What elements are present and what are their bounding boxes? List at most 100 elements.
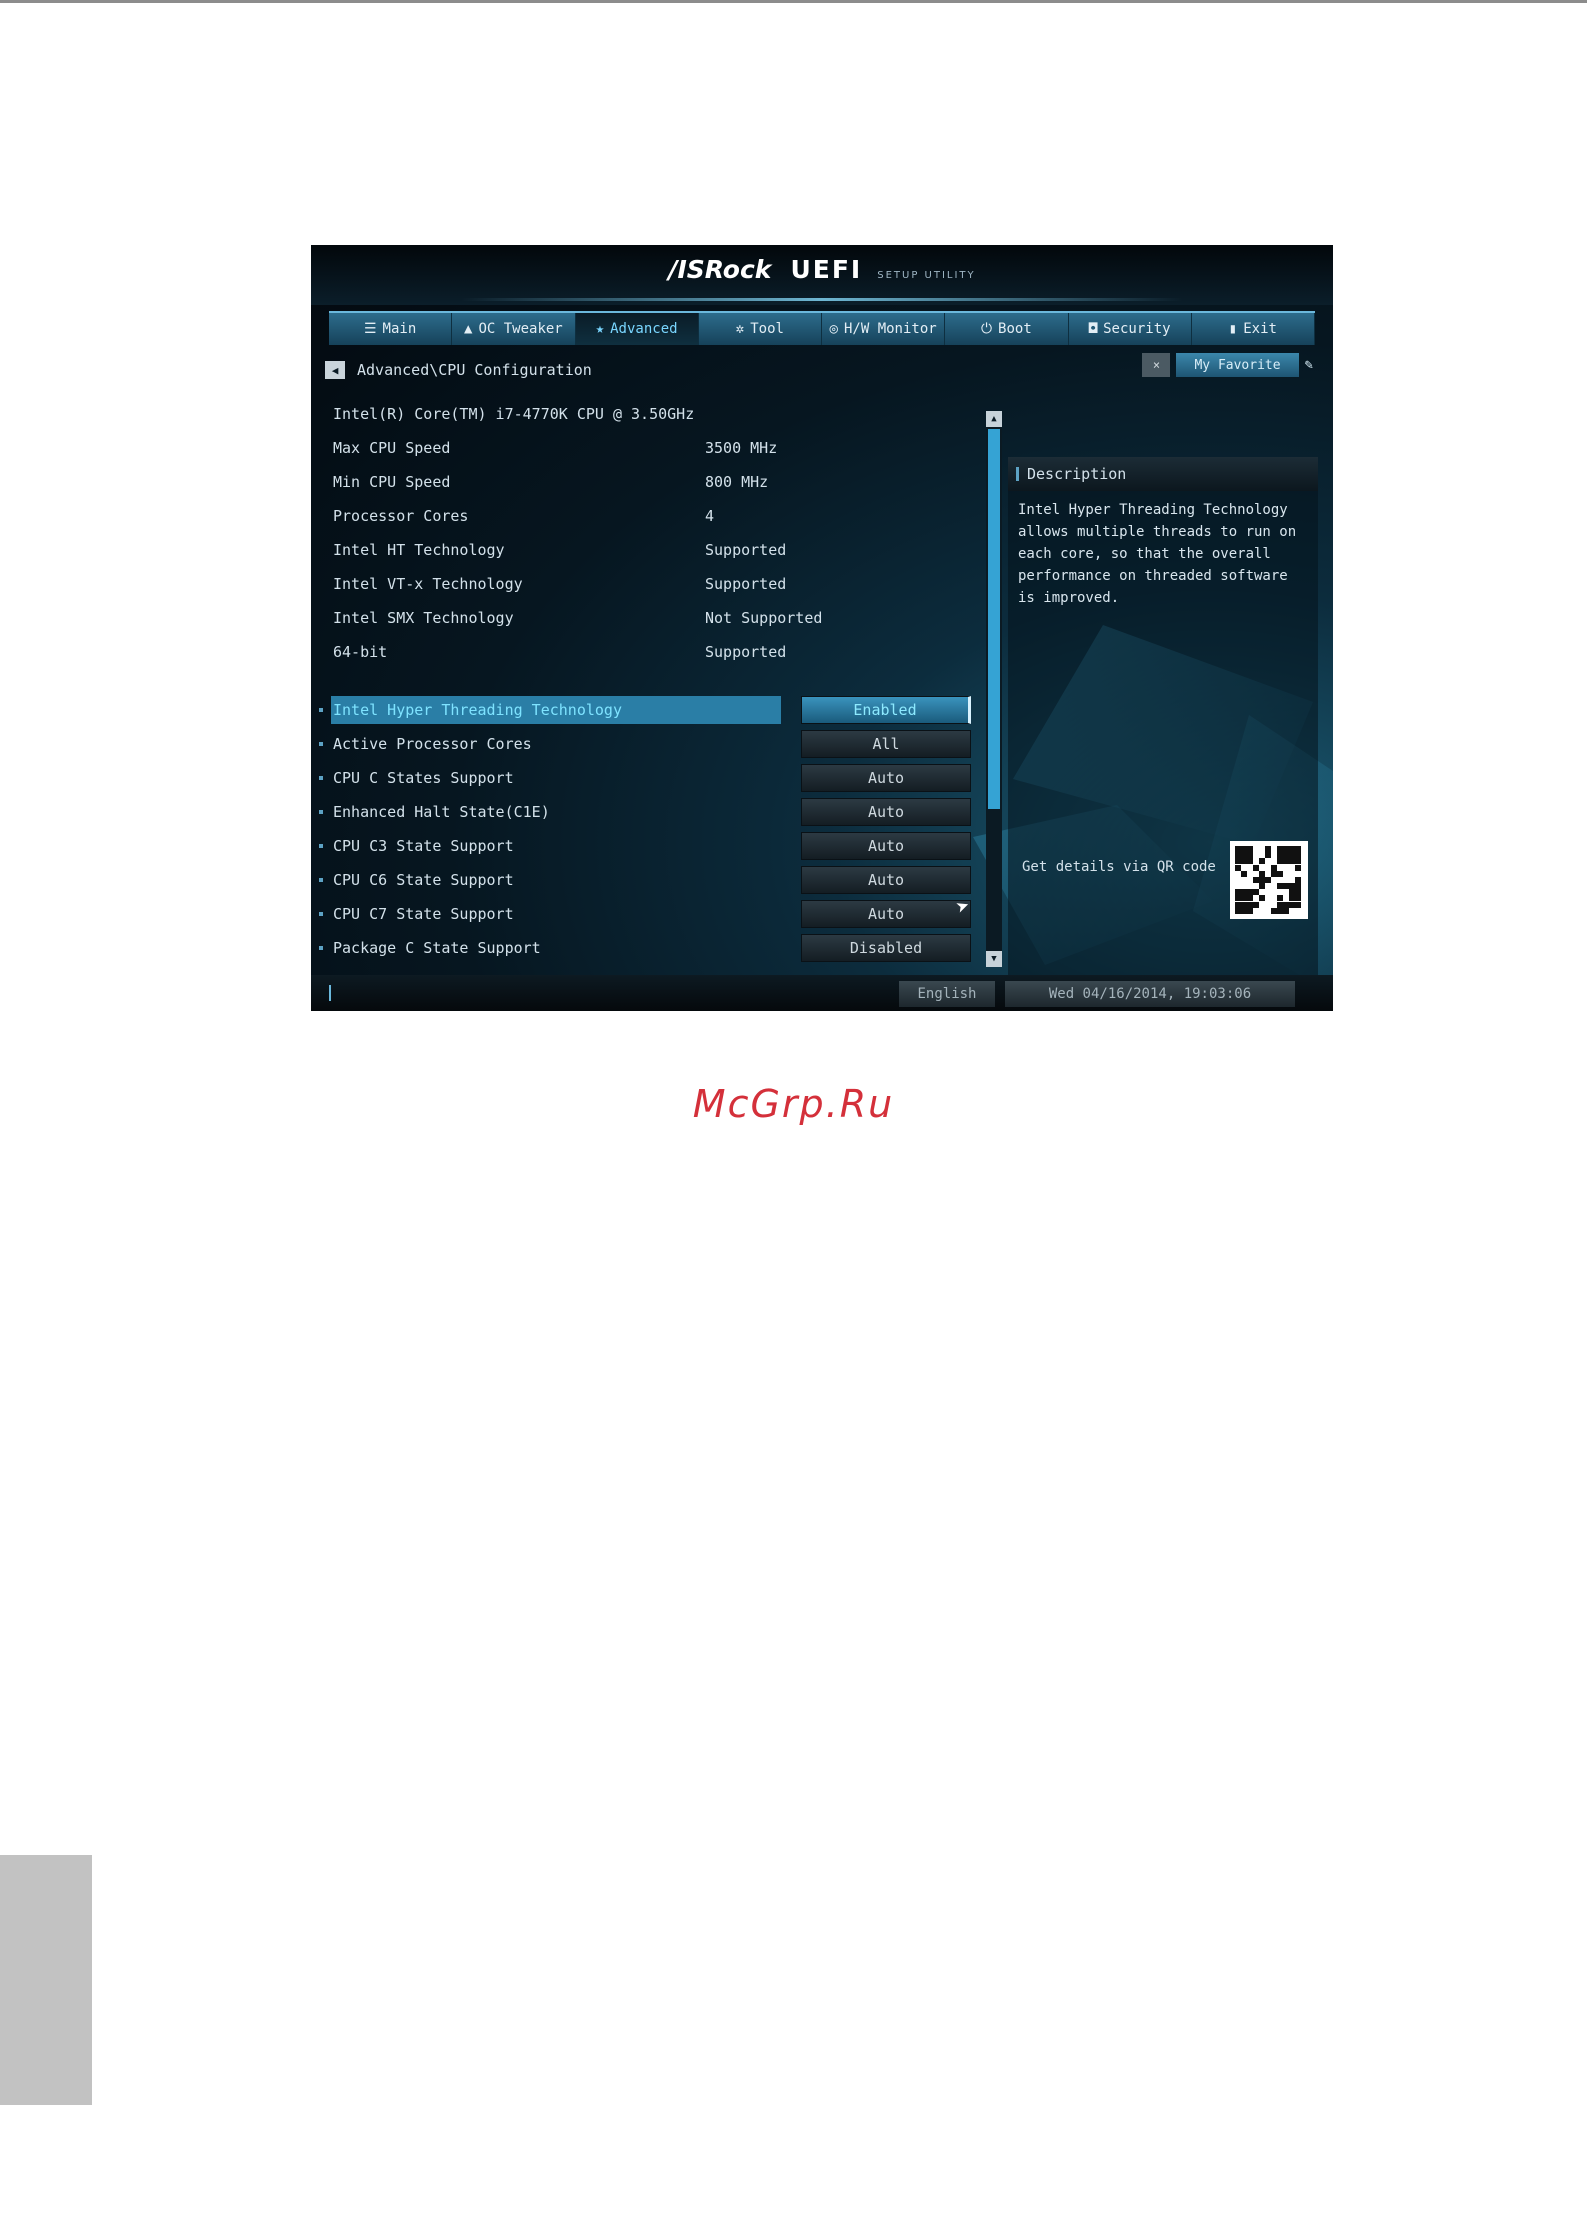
option-label[interactable]: CPU C6 State Support [331, 866, 781, 894]
option-row[interactable]: Intel Hyper Threading Technology Enabled [319, 693, 971, 727]
option-row[interactable]: CPU C3 State Support Auto [319, 829, 971, 863]
info-value: Supported [705, 541, 787, 559]
scroll-up-button[interactable]: ▲ [986, 411, 1002, 427]
option-row[interactable]: CPU C States Support Auto [319, 761, 971, 795]
qr-cell [1295, 858, 1301, 865]
back-button[interactable]: ◀ [325, 361, 345, 379]
tool-icon: ✲ [735, 321, 745, 337]
tab-security[interactable]: ◘ Security [1069, 313, 1192, 345]
info-row: Processor Cores 4 [333, 499, 822, 533]
tab-boot[interactable]: ⏻ Boot [945, 313, 1069, 345]
option-label[interactable]: CPU C States Support [331, 764, 781, 792]
info-key: Max CPU Speed [333, 439, 451, 457]
power-icon: ⏻ [980, 321, 993, 337]
info-key: Processor Cores [333, 507, 469, 525]
option-value-dropdown[interactable]: Enabled [801, 696, 971, 724]
option-value-dropdown[interactable]: Auto [801, 900, 971, 928]
qr-cell [1295, 895, 1301, 902]
option-value-dropdown[interactable]: Auto [801, 764, 971, 792]
footer: English Wed 04/16/2014, 19:03:06 [311, 975, 1333, 1011]
option-bullet [319, 708, 323, 712]
qr-cell [1295, 883, 1301, 890]
language-button[interactable]: English [899, 981, 995, 1007]
tab-main[interactable]: ☰ Main [329, 313, 453, 345]
description-header: Description [1008, 457, 1318, 491]
arrow-down-icon: ▼ [991, 954, 997, 964]
option-bullet [319, 878, 323, 882]
info-key: Intel HT Technology [333, 541, 505, 559]
cpu-model: Intel(R) Core(TM) i7-4770K CPU @ 3.50GHz [333, 405, 695, 423]
info-key: Min CPU Speed [333, 473, 451, 491]
qr-cell [1295, 889, 1301, 896]
tab-label: Security [1103, 321, 1171, 337]
brand: /ISRock UEFI SETUP UTILITY [311, 255, 1333, 284]
tab-h-w-monitor[interactable]: ◎ H/W Monitor [822, 313, 946, 345]
qr-cell [1295, 864, 1301, 871]
scrollbar[interactable]: ▲ ▼ [986, 411, 1002, 967]
datetime-display: Wed 04/16/2014, 19:03:06 [1005, 981, 1295, 1007]
option-label[interactable]: Intel Hyper Threading Technology [331, 696, 781, 724]
option-label[interactable]: Active Processor Cores [331, 730, 781, 758]
tab-oc-tweaker[interactable]: ▲ OC Tweaker [452, 313, 576, 345]
scroll-thumb[interactable] [988, 429, 1000, 809]
qr-cell [1295, 901, 1301, 908]
option-label[interactable]: CPU C7 State Support [331, 900, 781, 928]
shield-icon: ◘ [1088, 321, 1098, 337]
tab-exit[interactable]: ▮ Exit [1192, 313, 1315, 345]
tab-label: Advanced [610, 321, 678, 337]
tab-label: Main [382, 321, 417, 337]
tab-label: Tool [750, 321, 784, 337]
option-value-dropdown[interactable]: Auto [801, 798, 971, 826]
option-bullet [319, 912, 323, 916]
option-row[interactable]: Package C State Support Disabled [319, 931, 971, 965]
cpu-info-table: Intel(R) Core(TM) i7-4770K CPU @ 3.50GHz… [333, 405, 822, 669]
exit-icon: ▮ [1228, 321, 1238, 337]
info-value: Supported [705, 575, 787, 593]
option-bullet [319, 810, 323, 814]
qr-cell [1295, 907, 1301, 914]
option-bullet [319, 946, 323, 950]
option-bullet [319, 844, 323, 848]
side-tab [0, 1855, 92, 2105]
option-row[interactable]: CPU C6 State Support Auto [319, 863, 971, 897]
footer-marker [329, 985, 331, 1001]
option-row[interactable]: Active Processor Cores All [319, 727, 971, 761]
info-key: Intel SMX Technology [333, 609, 514, 627]
scroll-down-button[interactable]: ▼ [986, 951, 1002, 967]
description-panel: Description Intel Hyper Threading Techno… [1008, 457, 1318, 977]
info-value: 4 [705, 507, 715, 525]
option-value-dropdown[interactable]: All [801, 730, 971, 758]
favorite-group: × My Favorite ✎ [1142, 353, 1313, 377]
info-row: 64-bit Supported [333, 635, 822, 669]
arrow-up-icon: ▲ [991, 414, 997, 424]
option-row[interactable]: CPU C7 State Support Auto [319, 897, 971, 931]
my-favorite-button[interactable]: My Favorite [1176, 353, 1299, 377]
breadcrumb-row: ◀ Advanced\CPU Configuration [325, 361, 592, 379]
option-label[interactable]: Enhanced Halt State(C1E) [331, 798, 781, 826]
option-value-dropdown[interactable]: Auto [801, 832, 971, 860]
monitor-icon: ◎ [829, 321, 838, 337]
uefi-screenshot: /ISRock UEFI SETUP UTILITY ☰ Main ▲ OC Twea… [311, 245, 1333, 1011]
favorite-close-button[interactable]: × [1142, 353, 1171, 377]
info-row: Intel VT-x Technology Supported [333, 567, 822, 601]
option-value-dropdown[interactable]: Disabled [801, 934, 971, 962]
info-row: Intel HT Technology Supported [333, 533, 822, 567]
option-label[interactable]: Package C State Support [331, 934, 781, 962]
info-value: Not Supported [705, 609, 823, 627]
info-key: 64-bit [333, 643, 388, 661]
option-row[interactable]: Enhanced Halt State(C1E) Auto [319, 795, 971, 829]
tab-advanced[interactable]: ★ Advanced [575, 313, 699, 345]
description-marker [1016, 467, 1019, 481]
option-label[interactable]: CPU C3 State Support [331, 832, 781, 860]
top-rule [0, 0, 1587, 3]
watermark: McGrp.Ru [692, 1082, 895, 1126]
qr-cell [1295, 846, 1301, 852]
description-text: Intel Hyper Threading Technology allows … [1018, 502, 1297, 606]
tab-tool[interactable]: ✲ Tool [699, 313, 822, 345]
info-row: Min CPU Speed 800 MHz [333, 465, 822, 499]
qr-code-icon[interactable] [1230, 841, 1308, 919]
flask-icon: ▲ [464, 321, 473, 337]
info-key: Intel VT-x Technology [333, 575, 523, 593]
option-value-dropdown[interactable]: Auto [801, 866, 971, 894]
pencil-icon[interactable]: ✎ [1305, 357, 1313, 373]
